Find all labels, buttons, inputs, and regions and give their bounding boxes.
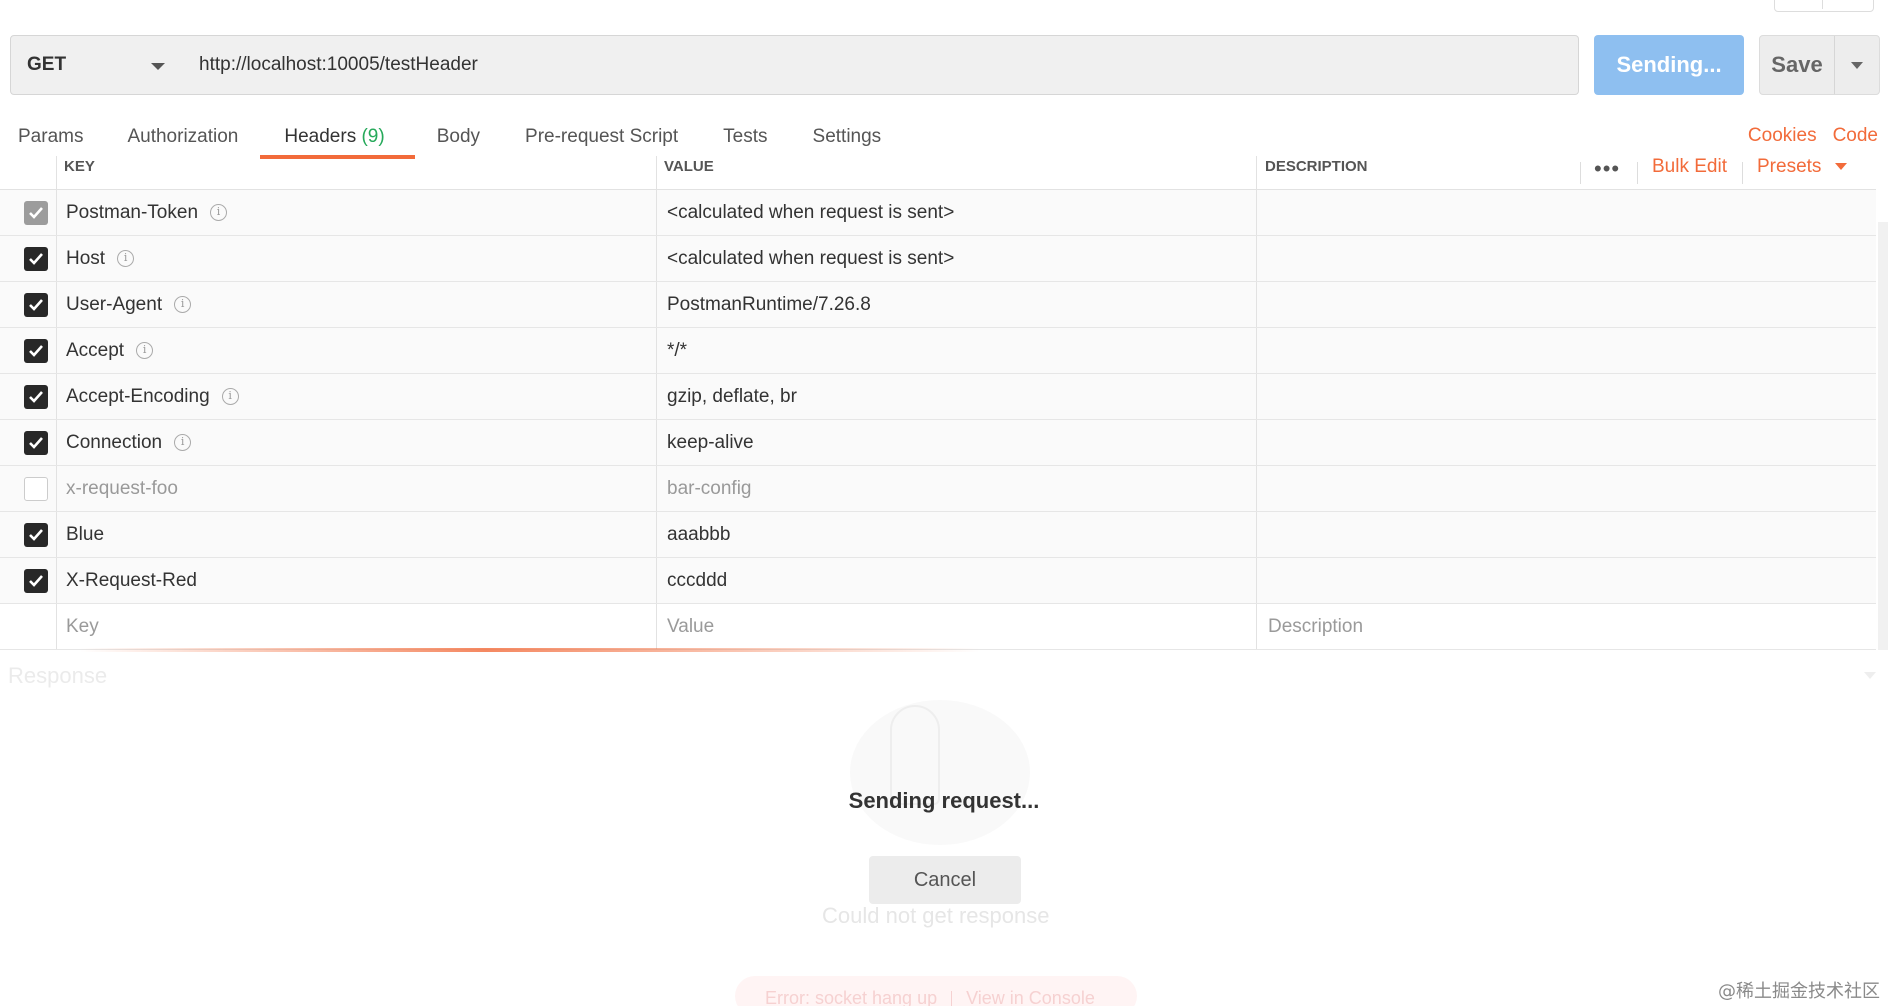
header-key[interactable]: Blue [66,512,104,557]
method-label: GET [27,54,67,75]
header-enabled-checkbox[interactable] [24,385,48,409]
header-enabled-checkbox[interactable] [24,339,48,363]
headers-table: KEY VALUE DESCRIPTION ••• Bulk Edit Pres… [0,156,1876,650]
tab-pre-request-script[interactable]: Pre-request Script [525,118,678,158]
header-value[interactable]: aaabbb [667,512,730,557]
chevron-down-icon [151,63,165,70]
tab-settings[interactable]: Settings [813,118,882,158]
header-key[interactable]: Connection i [66,420,192,465]
column-description: DESCRIPTION [1265,158,1368,175]
cancel-button[interactable]: Cancel [869,856,1021,904]
code-link[interactable]: Code [1833,125,1878,147]
new-header-row: Key Value Description [0,604,1876,650]
save-label: Save [1771,52,1823,77]
header-row: Connection i keep-alive [0,420,1876,466]
header-key[interactable]: Accept-Encoding i [66,374,239,419]
header-key[interactable]: Postman-Token i [66,190,228,235]
table-header: KEY VALUE DESCRIPTION ••• Bulk Edit Pres… [0,156,1876,190]
header-enabled-checkbox[interactable] [24,247,48,271]
window-control-fragment[interactable] [1774,0,1874,12]
tab-headers[interactable]: Headers (9) [260,118,415,159]
new-key-input[interactable]: Key [66,604,99,649]
tab-tests[interactable]: Tests [723,118,767,158]
header-value[interactable]: <calculated when request is sent> [667,236,954,281]
tab-params[interactable]: Params [18,118,83,158]
cookies-link[interactable]: Cookies [1748,125,1817,147]
header-value[interactable]: cccddd [667,558,727,603]
info-icon[interactable]: i [221,388,239,405]
response-label: Response [8,663,108,688]
more-options-icon[interactable]: ••• [1594,156,1620,182]
save-button[interactable]: Save [1759,35,1880,95]
presets-dropdown[interactable]: Presets [1757,156,1848,178]
header-row: X-Request-Red cccddd [0,558,1876,604]
header-row: x-request-foo bar-config [0,466,1876,512]
error-message: Error: socket hang up [765,988,938,1006]
header-value[interactable]: PostmanRuntime/7.26.8 [667,282,871,327]
view-console-link[interactable]: View in Console [966,988,1095,1006]
header-key[interactable]: Accept i [66,328,154,373]
header-key[interactable]: X-Request-Red [66,558,197,603]
tab-headers-label: Headers [284,126,357,147]
sending-status: Sending request... [848,788,1040,813]
header-enabled-checkbox[interactable] [24,293,48,317]
loading-progress-bar [80,648,980,652]
url-text: http://localhost:10005/testHeader [199,54,478,75]
header-row: Accept i */* [0,328,1876,374]
info-icon[interactable]: i [210,204,228,221]
header-enabled-checkbox[interactable] [24,569,48,593]
save-divider [1834,36,1835,94]
column-key: KEY [64,158,95,175]
error-heading: Could not get response [822,903,1050,928]
method-select[interactable]: GET [10,35,184,95]
header-enabled-checkbox[interactable] [24,523,48,547]
header-value[interactable]: */* [667,328,687,373]
column-value: VALUE [664,158,714,175]
url-input[interactable]: http://localhost:10005/testHeader [183,35,1579,95]
header-key[interactable]: User-Agent i [66,282,192,327]
info-icon[interactable]: i [136,342,154,359]
send-button[interactable]: Sending... [1594,35,1744,95]
header-row: Host i <calculated when request is sent> [0,236,1876,282]
header-row: Accept-Encoding i gzip, deflate, br [0,374,1876,420]
header-value[interactable]: keep-alive [667,420,754,465]
new-value-input[interactable]: Value [667,604,714,649]
tab-authorization[interactable]: Authorization [127,118,238,158]
right-links: Cookies Code [1748,125,1878,147]
scrollbar[interactable] [1878,222,1888,650]
bulk-edit-link[interactable]: Bulk Edit [1652,156,1727,178]
header-row: Postman-Token i <calculated when request i… [0,190,1876,236]
info-icon[interactable]: i [174,434,192,451]
watermark: @稀土掘金技术社区 [1718,981,1880,1002]
header-enabled-checkbox[interactable] [24,477,48,501]
error-pill: Error: socket hang up View in Console [735,976,1137,1006]
tab-body[interactable]: Body [437,118,480,158]
chevron-down-icon [1835,163,1848,171]
request-tabs: Params Authorization Headers (9) Body Pr… [0,118,882,159]
header-row: Blue aaabbb [0,512,1876,558]
header-enabled-checkbox[interactable] [24,201,48,225]
info-icon[interactable]: i [174,296,192,313]
header-key[interactable]: Host i [66,236,135,281]
rocket-illustration [850,700,1030,845]
chevron-down-icon[interactable] [1851,61,1863,69]
header-key[interactable]: x-request-foo [66,466,178,511]
header-value[interactable]: <calculated when request is sent> [667,190,954,235]
header-value[interactable]: gzip, deflate, br [667,374,797,419]
chevron-down-icon[interactable] [1864,672,1876,679]
header-value[interactable]: bar-config [667,466,752,511]
tab-headers-count: (9) [361,126,385,147]
header-enabled-checkbox[interactable] [24,431,48,455]
new-description-input[interactable]: Description [1268,604,1363,649]
header-row: User-Agent i PostmanRuntime/7.26.8 [0,282,1876,328]
info-icon[interactable]: i [117,250,135,267]
